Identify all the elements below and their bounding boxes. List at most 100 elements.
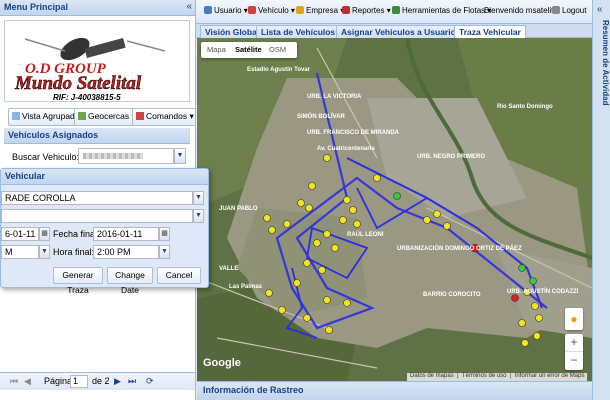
report-link[interactable]: Informar un error de Maps <box>515 373 585 379</box>
marker-green-icon[interactable] <box>518 264 526 272</box>
dialog-title: Vehicular <box>1 169 208 185</box>
marker-icon[interactable] <box>297 199 305 207</box>
vehicle-search-input[interactable] <box>78 148 174 164</box>
marker-icon[interactable] <box>303 259 311 267</box>
marker-icon[interactable] <box>443 222 451 230</box>
logout-icon <box>552 6 560 14</box>
marker-icon[interactable] <box>353 220 361 228</box>
collapse-left-icon[interactable]: « <box>186 1 192 12</box>
marker-icon[interactable] <box>535 314 543 322</box>
marker-icon[interactable] <box>278 306 286 314</box>
marker-icon[interactable] <box>305 204 313 212</box>
comandos-button[interactable]: Comandos ▾ <box>132 108 195 126</box>
vehiculo-menu[interactable]: Vehículo ▾ <box>248 6 295 15</box>
marker-icon[interactable] <box>349 206 357 214</box>
change-date-button[interactable]: Change Date <box>107 267 153 295</box>
calendar-icon[interactable]: ▦ <box>159 227 170 241</box>
page-label: Página <box>44 376 73 386</box>
map-type-osm[interactable]: OSM <box>265 42 290 58</box>
page-number-input[interactable]: 1 <box>70 375 88 388</box>
usuario-label: Usuario <box>214 6 242 15</box>
marker-icon[interactable] <box>343 299 351 307</box>
marker-icon[interactable] <box>423 216 431 224</box>
secondary-select[interactable] <box>1 209 193 223</box>
marker-red-icon[interactable] <box>511 294 519 302</box>
prev-page-icon[interactable]: ◀ <box>24 376 31 387</box>
generate-trace-button[interactable]: Generar Traza <box>53 267 103 295</box>
chevron-down-icon[interactable]: ▼ <box>159 245 170 259</box>
first-page-icon[interactable]: ⏮ <box>10 376 18 387</box>
search-label: Buscar Vehiculo: <box>12 152 80 162</box>
marker-icon[interactable] <box>521 339 529 347</box>
marker-icon[interactable] <box>313 239 321 247</box>
marker-icon[interactable] <box>308 182 316 190</box>
chevron-down-icon[interactable]: ▼ <box>193 191 204 205</box>
marker-icon[interactable] <box>325 326 333 334</box>
empresa-menu[interactable]: Empresa ▾ <box>296 6 344 15</box>
zoom-controls: + − <box>565 334 583 370</box>
herramientas-menu[interactable]: Herramientas de Flotas ▾ <box>392 6 491 15</box>
google-logo: Google <box>203 357 241 369</box>
marker-icon[interactable] <box>518 319 526 327</box>
tab-lista-vehiculos[interactable]: Lista de Vehículos <box>256 25 341 39</box>
chevron-down-icon[interactable]: ▼ <box>193 209 204 223</box>
marker-icon[interactable] <box>265 289 273 297</box>
tracking-info-header[interactable]: Información de Rastreo <box>197 381 592 400</box>
end-date-input[interactable]: 2016-01-11 <box>93 227 159 241</box>
map-type-mapa[interactable]: Mapa <box>203 42 230 58</box>
satellite-map[interactable]: Estadio Agustín Tovar URB. LA VICTORIA S… <box>197 38 592 381</box>
marker-icon[interactable] <box>339 216 347 224</box>
marker-icon[interactable] <box>303 314 311 322</box>
start-time-input[interactable]: M <box>1 245 39 259</box>
marker-icon[interactable] <box>433 210 441 218</box>
vista-agrupada-button[interactable]: Vista Agrupada <box>8 108 84 126</box>
pagination-bar: ⏮ ◀ Página 1 de 2 ▶ ⏭ ⟳ <box>0 372 195 390</box>
last-page-icon[interactable]: ⏭ <box>128 376 136 387</box>
chevron-down-icon[interactable]: ▼ <box>174 148 186 164</box>
marker-icon[interactable] <box>263 214 271 222</box>
map-label: SIMÓN BOLÍVAR <box>297 112 346 120</box>
right-panel-collapsed[interactable]: « Resumen de Actividad <box>592 0 610 400</box>
marker-icon[interactable] <box>323 154 331 162</box>
map-type-satelite[interactable]: Satélite <box>231 42 266 58</box>
chevron-down-icon[interactable]: ▼ <box>39 245 50 259</box>
next-page-icon[interactable]: ▶ <box>114 376 121 387</box>
tab-asignar[interactable]: Asignar Vehiculos a Usuarios <box>336 25 466 39</box>
tab-traza-vehicular[interactable]: Traza Vehicular <box>454 25 526 39</box>
marker-green-icon[interactable] <box>529 277 537 285</box>
refresh-icon[interactable]: ⟳ <box>146 376 154 387</box>
logout-label: Logout <box>562 6 587 15</box>
marker-icon[interactable] <box>531 302 539 310</box>
logo-name-text: Mundo Satelital <box>14 73 142 94</box>
marker-icon[interactable] <box>293 279 301 287</box>
zoom-out-icon[interactable]: − <box>565 351 583 369</box>
marker-icon[interactable] <box>323 296 331 304</box>
marker-icon[interactable] <box>323 230 331 238</box>
start-date-input[interactable]: 6-01-11 <box>1 227 39 241</box>
marker-icon[interactable] <box>268 226 276 234</box>
usuario-menu[interactable]: Usuario ▾ <box>204 6 248 15</box>
cancel-button[interactable]: Cancel <box>157 267 201 284</box>
vehicle-select[interactable]: RADE COROLLA <box>1 191 193 205</box>
calendar-icon[interactable]: ▦ <box>39 227 50 241</box>
reportes-menu[interactable]: Reportes ▾ <box>342 6 391 15</box>
activity-summary-title: Resumen de Actividad <box>601 20 610 106</box>
logout-button[interactable]: Logout <box>552 6 586 15</box>
terms-link[interactable]: Términos de uso <box>462 373 507 379</box>
street-view-icon[interactable]: ● <box>565 308 583 330</box>
marker-green-icon[interactable] <box>393 192 401 200</box>
marker-icon[interactable] <box>533 332 541 340</box>
marker-icon[interactable] <box>373 174 381 182</box>
map-data-link[interactable]: Datos de mapas <box>410 373 454 379</box>
marker-icon[interactable] <box>331 244 339 252</box>
zoom-in-icon[interactable]: + <box>565 334 583 351</box>
tab-vision-global[interactable]: Visión Global <box>200 25 265 39</box>
end-time-input[interactable]: 2:00 PM <box>93 245 159 259</box>
marker-icon[interactable] <box>318 266 326 274</box>
command-icon <box>136 112 144 120</box>
geocercas-button[interactable]: Geocercas ▾ <box>74 108 140 126</box>
marker-icon[interactable] <box>343 196 351 204</box>
marker-icon[interactable] <box>283 220 291 228</box>
expand-right-icon[interactable]: « <box>597 4 603 15</box>
panel-title: Menu Principal <box>0 0 195 16</box>
